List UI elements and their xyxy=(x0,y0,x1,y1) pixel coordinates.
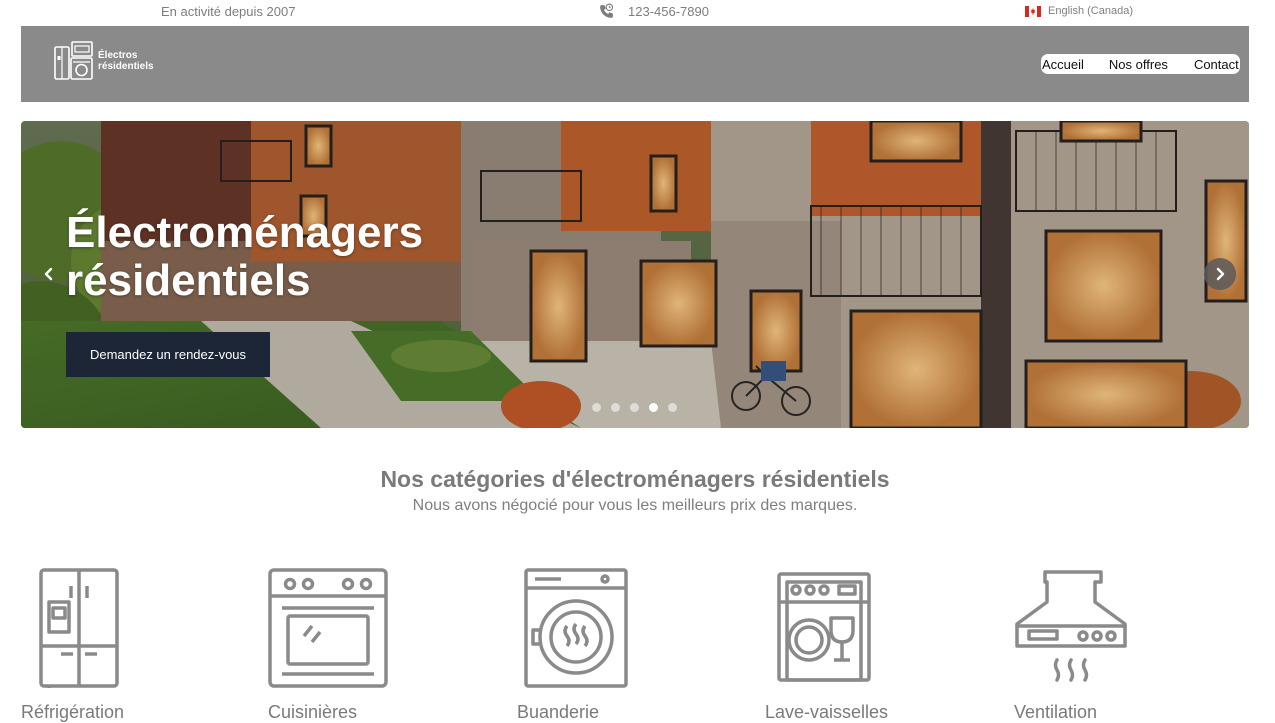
category-label[interactable]: Ventilation xyxy=(1014,702,1097,723)
carousel-dot-4[interactable] xyxy=(649,403,658,412)
nav-link-accueil[interactable]: Accueil xyxy=(1042,57,1084,72)
nav-link-contact[interactable]: Contact xyxy=(1194,57,1239,72)
logo-line2: résidentiels xyxy=(98,61,154,72)
carousel-dot-3[interactable] xyxy=(630,403,639,412)
nav-link-nos-offres[interactable]: Nos offres xyxy=(1109,57,1168,72)
top-info-bar: En activité depuis 2007 123-456-7890 Eng… xyxy=(0,0,1275,24)
chevron-right-icon xyxy=(1216,267,1225,281)
canada-flag-icon xyxy=(1025,5,1041,17)
category-label[interactable]: Buanderie xyxy=(517,702,599,723)
site-logo[interactable]: Électros résidentiels xyxy=(54,41,154,81)
refrigerator-icon xyxy=(39,568,119,688)
language-switcher[interactable]: English (Canada) xyxy=(1025,5,1133,17)
stove-icon xyxy=(268,568,388,688)
language-label[interactable]: English (Canada) xyxy=(1048,5,1133,17)
carousel-prev-button[interactable] xyxy=(33,258,65,290)
category-label[interactable]: Lave-vaisselles xyxy=(765,702,888,723)
category-label[interactable]: Cuisinières xyxy=(268,702,357,723)
hero-title: Électroménagers résidentiels xyxy=(66,208,424,305)
site-header: Électros résidentiels Accueil Nos offres… xyxy=(21,26,1249,102)
phone-contact[interactable]: 123-456-7890 xyxy=(598,3,709,20)
dishwasher-icon xyxy=(777,572,871,682)
logo-text: Électros résidentiels xyxy=(98,50,154,72)
phone-number[interactable]: 123-456-7890 xyxy=(628,4,709,19)
chevron-left-icon xyxy=(44,267,53,281)
phone-icon xyxy=(600,3,614,18)
carousel-indicators xyxy=(592,403,677,412)
washer-icon xyxy=(524,568,628,688)
main-nav: Accueil Nos offres Contact xyxy=(1041,54,1240,74)
categories-heading: Nos catégories d'électroménagers résiden… xyxy=(380,466,890,492)
book-appointment-button[interactable]: Demandez un rendez-vous xyxy=(66,332,270,377)
range-hood-icon xyxy=(1015,570,1127,682)
carousel-dot-2[interactable] xyxy=(611,403,620,412)
carousel-dot-1[interactable] xyxy=(592,403,601,412)
categories-subheading: Nous avons négocié pour vous les meilleu… xyxy=(412,497,858,514)
carousel-next-button[interactable] xyxy=(1204,258,1236,290)
appliances-logo-icon xyxy=(54,41,93,80)
carousel-dot-5[interactable] xyxy=(668,403,677,412)
business-since-text: En activité depuis 2007 xyxy=(161,4,296,19)
hero-carousel: Électroménagers résidentiels Demandez un… xyxy=(21,121,1249,428)
category-label[interactable]: Réfrigération xyxy=(21,702,124,723)
logo-line1: Électros xyxy=(98,50,138,61)
